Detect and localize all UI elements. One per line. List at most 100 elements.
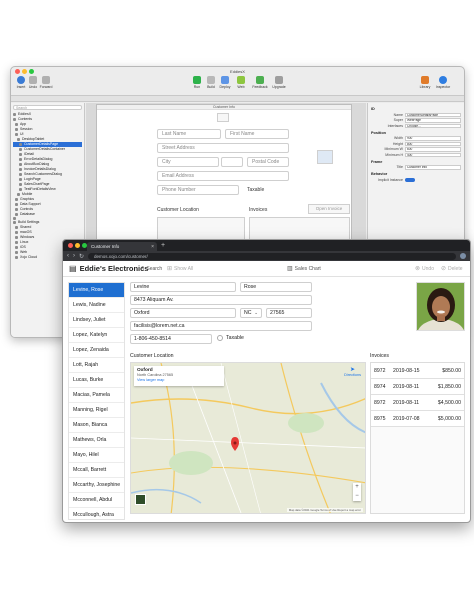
customer-list-item[interactable]: Macias, Pamela [69, 388, 124, 403]
zoom-window-button[interactable] [29, 69, 34, 74]
inspector-section-id: ID [371, 107, 375, 111]
customer-list-item[interactable]: Mathews, Orla [69, 433, 124, 448]
layout-phone-field[interactable]: Phone Number [157, 185, 239, 195]
layout-state-select[interactable] [221, 157, 243, 167]
invoice-row[interactable]: 8975 2019-07-08 $5,000.00 [371, 411, 464, 427]
customer-list-item[interactable]: Lopez, Katelyn [69, 328, 124, 343]
new-tab-button[interactable]: + [161, 242, 165, 250]
directions-link[interactable]: ➤ Directions [344, 366, 361, 377]
build-icon [207, 76, 215, 84]
deploy-button[interactable]: Deploy [217, 76, 233, 89]
zoom-out-button[interactable]: − [353, 492, 361, 501]
inspector-row-value[interactable]: 400 [405, 152, 461, 157]
map-zoom-control[interactable]: + − [353, 483, 361, 501]
invoice-row[interactable]: 8974 2019-08-11 $1,850.00 [371, 379, 464, 395]
view-larger-map-link[interactable]: View larger map [137, 378, 221, 382]
customer-list-item[interactable]: Mcconnell, Abdul [69, 493, 124, 508]
city-field[interactable]: Oxford [130, 308, 236, 318]
screenshot-root: EddiesX Insert Undo Forward Run Build De… [0, 0, 474, 613]
reload-icon[interactable]: ↻ [79, 253, 84, 260]
customer-list-item[interactable]: Lewis, Nadine [69, 298, 124, 313]
browser-minimize-button[interactable] [75, 243, 80, 248]
upgrade-button[interactable]: Upgrade [271, 76, 287, 89]
inspector-row-value[interactable]: Choose... [405, 123, 461, 128]
customer-list-item[interactable]: Lott, Rajah [69, 358, 124, 373]
layout-taxable-checkbox[interactable]: Taxable [247, 187, 264, 193]
inspector-button[interactable]: Inspector [435, 76, 451, 89]
browser-window-controls [68, 243, 87, 248]
customer-list-item[interactable]: Mccall, Barrett [69, 463, 124, 478]
browser-close-button[interactable] [68, 243, 73, 248]
project-item-icon [19, 178, 22, 181]
customer-list-item[interactable]: Mccarthy, Josephine [69, 478, 124, 493]
library-button[interactable]: Library [417, 76, 433, 89]
layout-street-field[interactable]: Street Address [157, 143, 289, 153]
layout-city-field[interactable]: City [157, 157, 219, 167]
invoice-date: 2019-08-11 [393, 400, 420, 406]
inspector-row-key: Minimum H [385, 152, 403, 157]
invoices-list[interactable]: 8972 2019-08-15 $850.00 8974 2019-08-11 $1,85… [370, 362, 465, 514]
inspector-row-value[interactable]: 600 [405, 147, 461, 152]
directions-icon: ➤ [350, 367, 356, 373]
url-input[interactable]: demos.xojo.com/customer/ [88, 252, 456, 260]
customer-location-label: Customer Location [130, 353, 174, 359]
show-all-button[interactable]: ⊞ Show All [167, 265, 193, 273]
customer-list-item[interactable]: Mayo, Hilel [69, 448, 124, 463]
sales-chart-label: Sales Chart [294, 265, 321, 272]
delete-button[interactable]: ⊘ Delete [441, 265, 462, 273]
sales-chart-button[interactable]: ▥ Sales Chart [287, 265, 321, 273]
satellite-toggle[interactable] [135, 494, 146, 505]
customer-list-item[interactable]: Mccullough, Astra [69, 508, 124, 522]
customer-map[interactable]: Oxford North Carolina 27565 View larger … [130, 362, 366, 514]
forward-icon[interactable]: › [73, 253, 75, 259]
inspector-row-value[interactable]: 800 [405, 141, 461, 146]
browser-tab[interactable]: Customer Info × [87, 242, 157, 251]
layout-first-name-field[interactable]: First Name [225, 129, 289, 139]
info-icon [439, 76, 447, 84]
feedback-button[interactable]: Feedback [252, 76, 268, 89]
state-select[interactable]: NC ⌄ [240, 308, 262, 318]
customer-list-item[interactable]: Lucas, Burke [69, 373, 124, 388]
web-button[interactable]: Web [233, 76, 249, 89]
layout-last-name-field[interactable]: Last Name [157, 129, 221, 139]
close-window-button[interactable] [15, 69, 20, 74]
zoom-in-button[interactable]: + [353, 483, 361, 492]
minimize-window-button[interactable] [22, 69, 27, 74]
customer-list-item[interactable]: Manning, Rigel [69, 403, 124, 418]
tab-close-icon[interactable]: × [151, 244, 154, 250]
undo-button[interactable]: ⊗ Undo [415, 265, 434, 273]
back-icon[interactable]: ‹ [67, 253, 69, 259]
inspector-row-value[interactable]: 900 [405, 136, 461, 141]
customer-list[interactable]: Levine, Rose Lewis, Nadine Lindsey, Juliet… [68, 282, 125, 520]
layout-email-field[interactable]: Email Address [157, 171, 289, 181]
phone-field[interactable]: 1-806-450-8514 [130, 334, 212, 344]
taxable-checkbox[interactable]: Taxable [217, 335, 244, 341]
last-name-field[interactable]: Levine [130, 282, 236, 292]
layout-open-invoice-button[interactable]: Open Invoice [308, 204, 350, 214]
chevron-down-icon: ⌄ [254, 310, 258, 315]
invoice-number: 8972 [374, 400, 386, 406]
profile-avatar[interactable] [460, 253, 466, 259]
layout-postal-field[interactable]: Postal Code [247, 157, 289, 167]
first-name-field[interactable]: Rose [240, 282, 312, 292]
navigator-search-input[interactable]: Search [13, 105, 82, 110]
customer-list-item[interactable]: Lindsey, Juliet [69, 313, 124, 328]
inspector-row-value[interactable]: CustomerDetailsPage [405, 112, 461, 117]
layout-logo-placeholder[interactable] [217, 113, 229, 122]
search-button[interactable]: ⌕ Search [141, 265, 162, 272]
project-item-icon [15, 133, 18, 136]
invoice-row[interactable]: 8972 2019-08-11 $4,500.00 [371, 395, 464, 411]
invoice-row[interactable]: 8972 2019-08-15 $850.00 [371, 363, 464, 379]
inspector-row-value[interactable]: WebPage [405, 118, 461, 123]
run-icon [193, 76, 201, 84]
customer-list-item[interactable]: Mason, Bianca [69, 418, 124, 433]
street-field[interactable]: 8473 Aliquam Av. [130, 295, 312, 305]
layout-image-placeholder-icon[interactable] [317, 150, 333, 164]
inspector-row-value[interactable]: Customer Info [405, 165, 461, 170]
implicit-instance-toggle[interactable] [405, 177, 415, 182]
customer-list-item[interactable]: Lopez, Zenaida [69, 343, 124, 358]
zip-field[interactable]: 27565 [266, 308, 312, 318]
customer-list-item[interactable]: Levine, Rose [69, 283, 124, 298]
forward-button[interactable]: Forward [38, 76, 54, 89]
email-field[interactable]: facilisis@lorem.net.ca [130, 321, 312, 331]
